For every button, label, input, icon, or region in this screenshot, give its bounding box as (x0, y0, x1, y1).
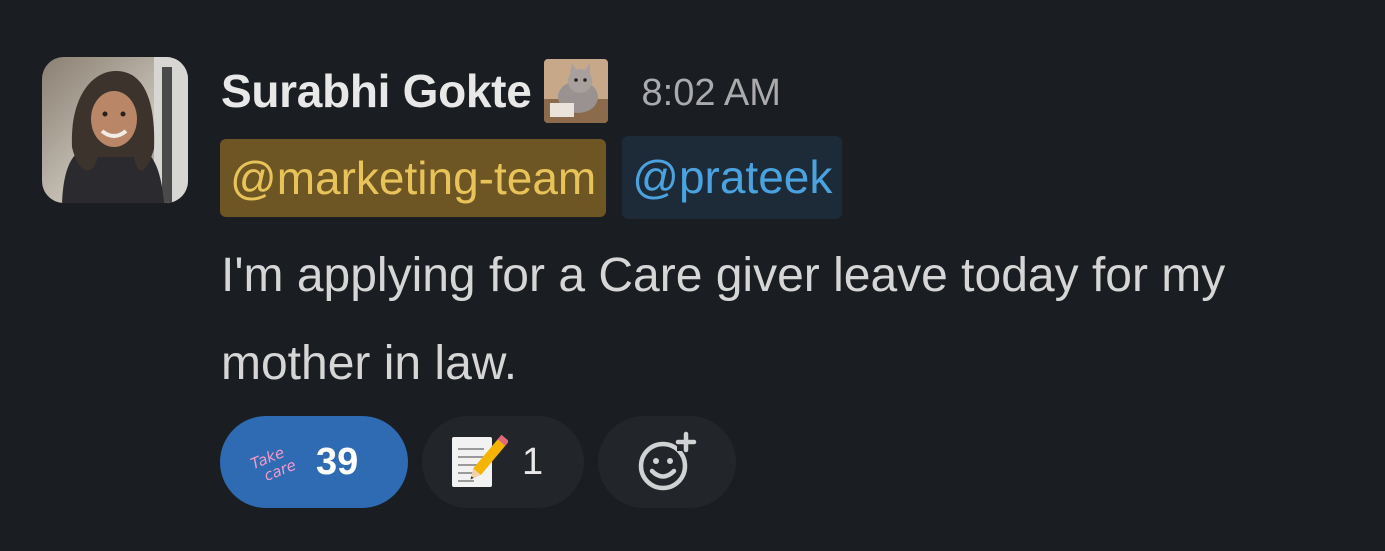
mentions-row: @marketing-team @prateek (220, 136, 843, 219)
message: Surabhi Gokte 8:02 AM @marketing-team @p… (0, 0, 1385, 551)
take-care-emoji-icon: Take care (248, 443, 299, 485)
reaction-count: 1 (522, 440, 544, 483)
status-emoji-cat-icon[interactable] (543, 59, 608, 123)
sender-name[interactable]: Surabhi Gokte (221, 64, 532, 118)
add-reaction-button[interactable] (598, 416, 736, 508)
user-mention[interactable]: @prateek (622, 136, 843, 219)
memo-icon (452, 434, 508, 487)
reaction-count: 39 (316, 440, 359, 483)
message-header: Surabhi Gokte 8:02 AM (221, 58, 781, 124)
avatar[interactable] (42, 57, 188, 203)
reaction-memo[interactable]: 1 (422, 416, 584, 508)
reactions-bar: Take care 39 1 (220, 416, 736, 508)
message-body: I'm applying for a Care giver leave toda… (221, 249, 1226, 390)
reaction-take-care[interactable]: Take care 39 (220, 416, 408, 508)
timestamp[interactable]: 8:02 AM (642, 72, 781, 115)
add-reaction-icon (638, 431, 697, 491)
group-mention[interactable]: @marketing-team (220, 138, 607, 217)
